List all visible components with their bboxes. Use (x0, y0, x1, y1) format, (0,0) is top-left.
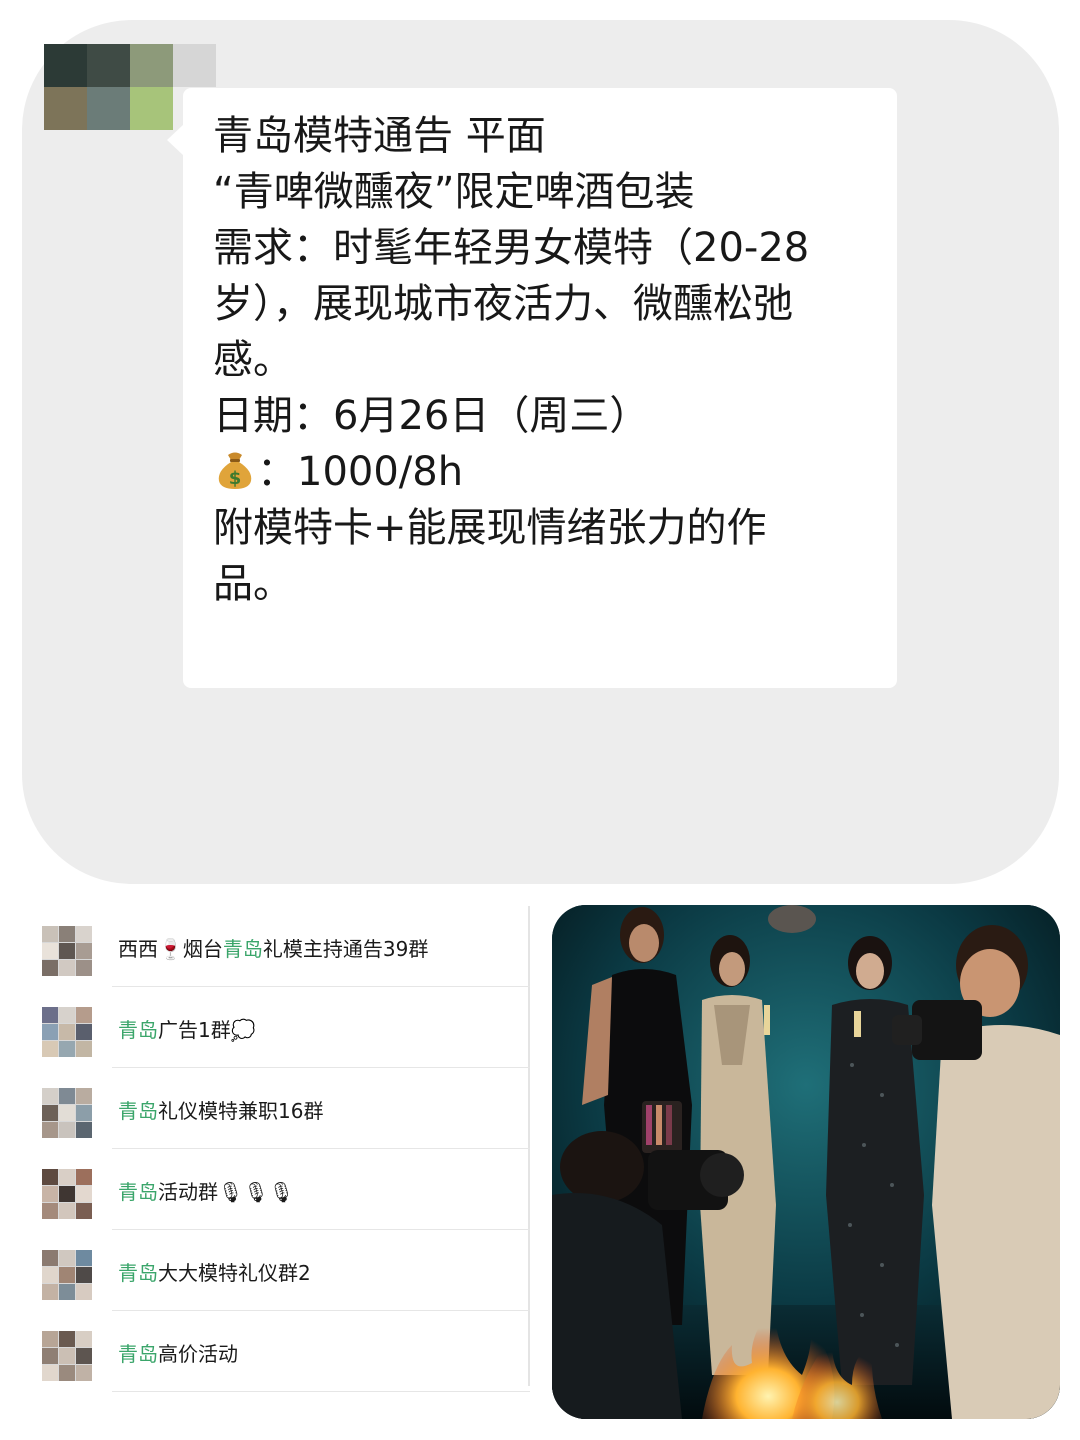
bubble-tail (167, 124, 184, 156)
message-line: 感。 (213, 337, 293, 383)
group-row[interactable]: 青岛广告1群💭 (0, 987, 530, 1068)
photo-illustration (552, 905, 1060, 1419)
group-name: 西西🍷烟台青岛礼模主持通告39群 (118, 937, 429, 961)
group-name: 青岛活动群🎙🎙🎙 (118, 1180, 295, 1204)
fashion-shoot-photo (552, 905, 1060, 1419)
message-line: 岁），展现城市夜活力、微醺松弛 (213, 281, 793, 327)
group-name: 青岛大大模特礼仪群2 (118, 1261, 311, 1285)
group-list: 西西🍷烟台青岛礼模主持通告39群 青岛广告1群💭 青岛礼仪模特兼职16群 青岛活… (0, 906, 530, 1426)
row-divider (112, 1391, 530, 1392)
svg-text:$: $ (229, 468, 242, 489)
group-name: 青岛广告1群💭 (118, 1018, 256, 1042)
pay-text: ：1000/8h (257, 449, 464, 495)
group-avatar (42, 1250, 92, 1300)
message-text: 青岛模特通告 平面 “青啤微醺夜”限定啤酒包装 需求：时髦年轻男女模特（20-2… (213, 108, 873, 612)
group-row[interactable]: 青岛活动群🎙🎙🎙 (0, 1149, 530, 1230)
message-line: 附模特卡+能展现情绪张力的作 (213, 505, 767, 551)
group-avatar (42, 1169, 92, 1219)
group-name: 青岛高价活动 (118, 1342, 238, 1366)
group-row[interactable]: 青岛大大模特礼仪群2 (0, 1230, 530, 1311)
message-pay-line: $ ：1000/8h (213, 444, 873, 500)
message-line: “青啤微醺夜”限定啤酒包装 (213, 169, 695, 215)
group-avatar (42, 1331, 92, 1381)
group-row[interactable]: 青岛礼仪模特兼职16群 (0, 1068, 530, 1149)
message-line: 品。 (213, 561, 293, 607)
money-bag-icon: $ (213, 447, 257, 491)
message-line: 日期：6月26日（周三） (213, 393, 650, 439)
message-line: 需求：时髦年轻男女模特（20-28 (213, 225, 810, 271)
group-avatar (42, 926, 92, 976)
group-avatar (42, 1088, 92, 1138)
group-row[interactable]: 青岛高价活动 (0, 1311, 530, 1392)
message-line: 青岛模特通告 平面 (213, 113, 546, 159)
group-row[interactable]: 西西🍷烟台青岛礼模主持通告39群 (0, 906, 530, 987)
group-avatar (42, 1007, 92, 1057)
group-name: 青岛礼仪模特兼职16群 (118, 1099, 324, 1123)
